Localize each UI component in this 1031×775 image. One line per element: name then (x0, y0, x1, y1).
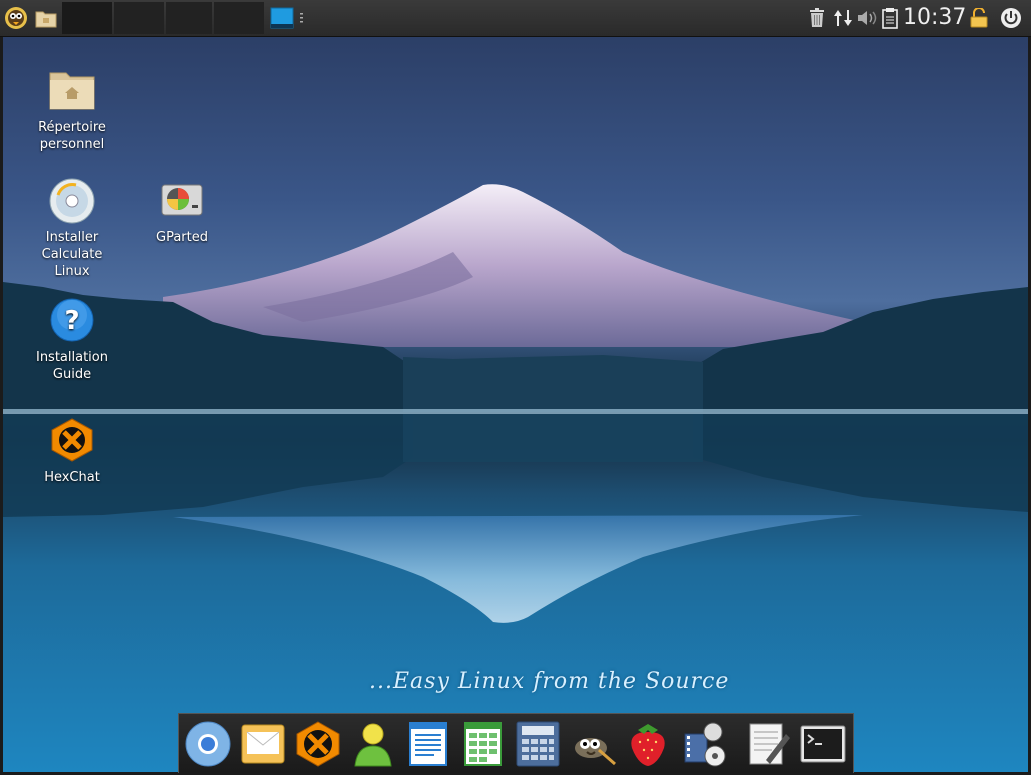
hexchat-icon (296, 721, 340, 767)
file-manager-button[interactable] (33, 4, 59, 32)
app-menu-button[interactable] (3, 4, 29, 32)
user-icon (354, 723, 392, 767)
desktop-icon-home[interactable]: Répertoire personnel (24, 67, 120, 153)
dock-hexchat[interactable] (294, 720, 342, 768)
desktop-icon-installer[interactable]: Installer Calculate Linux (24, 177, 120, 280)
power-button[interactable] (998, 4, 1024, 32)
network-icon (834, 10, 852, 26)
desktop-icon-installation-guide[interactable]: ? Installation Guide (24, 297, 120, 383)
workspace-2[interactable] (114, 2, 164, 34)
gimp-icon (575, 738, 616, 766)
dock-terminal[interactable] (799, 720, 847, 768)
dock-calculator[interactable] (514, 720, 562, 768)
top-panel: 10:37 (0, 0, 1031, 37)
workspace-4[interactable] (214, 2, 264, 34)
desktop-icon-hexchat[interactable]: HexChat (24, 417, 120, 486)
workspace-3[interactable] (166, 2, 212, 34)
dock-mail[interactable] (239, 720, 287, 768)
volume-icon (858, 11, 877, 25)
desktop[interactable]: Répertoire personnel Installer Calculate… (3, 37, 1028, 772)
home-folder-icon (49, 72, 95, 110)
gparted-icon (161, 184, 203, 216)
svg-text:?: ? (64, 306, 79, 336)
desktop-icon-gparted[interactable]: GParted (134, 177, 230, 246)
lock-screen-button[interactable] (968, 4, 990, 32)
wallpaper-landscape (3, 184, 1028, 623)
terminal-icon (800, 725, 846, 763)
text-editor-icon (749, 723, 790, 765)
installer-disc-icon (49, 178, 95, 224)
video-editor-icon (684, 722, 726, 767)
desktop-icon-label: HexChat (44, 470, 100, 485)
hexchat-icon (51, 418, 93, 462)
dock (178, 713, 854, 773)
clipboard-icon (882, 8, 898, 29)
desktop-icon-label: Répertoire personnel (38, 120, 106, 152)
network-button[interactable] (832, 4, 854, 32)
trash-button[interactable] (806, 4, 828, 32)
dock-spreadsheet[interactable] (459, 720, 507, 768)
chromium-icon (185, 721, 231, 767)
dock-text-document[interactable] (404, 720, 452, 768)
dock-video-editor[interactable] (679, 720, 727, 768)
taskbar-window-button[interactable] (268, 4, 306, 32)
window-preview-icon (270, 7, 303, 29)
volume-button[interactable] (856, 4, 880, 32)
desktop-icon-label: GParted (156, 230, 208, 245)
desktop-icon-label: Installation Guide (35, 350, 108, 382)
dock-text-editor[interactable] (744, 720, 792, 768)
folder-icon (35, 11, 57, 28)
desktop-icon-label: Installer Calculate Linux (41, 230, 103, 279)
clock[interactable]: 10:37 (903, 5, 966, 30)
spreadsheet-icon (464, 722, 502, 766)
power-icon (1001, 8, 1021, 28)
dock-chromium[interactable] (184, 720, 232, 768)
calculator-icon (516, 721, 560, 767)
lock-icon (970, 8, 988, 28)
dock-user[interactable] (349, 720, 397, 768)
dock-gimp[interactable] (569, 720, 617, 768)
clipboard-button[interactable] (880, 4, 900, 32)
help-icon: ? (50, 298, 94, 342)
wallpaper-slogan: ...Easy Linux from the Source (369, 669, 730, 694)
text-document-icon (409, 722, 447, 766)
strawberry-icon (631, 724, 665, 766)
calculate-logo-icon (5, 7, 27, 29)
mail-icon (241, 724, 285, 764)
trash-icon (810, 8, 824, 27)
dock-strawberry[interactable] (624, 720, 672, 768)
workspace-1[interactable] (62, 2, 112, 34)
